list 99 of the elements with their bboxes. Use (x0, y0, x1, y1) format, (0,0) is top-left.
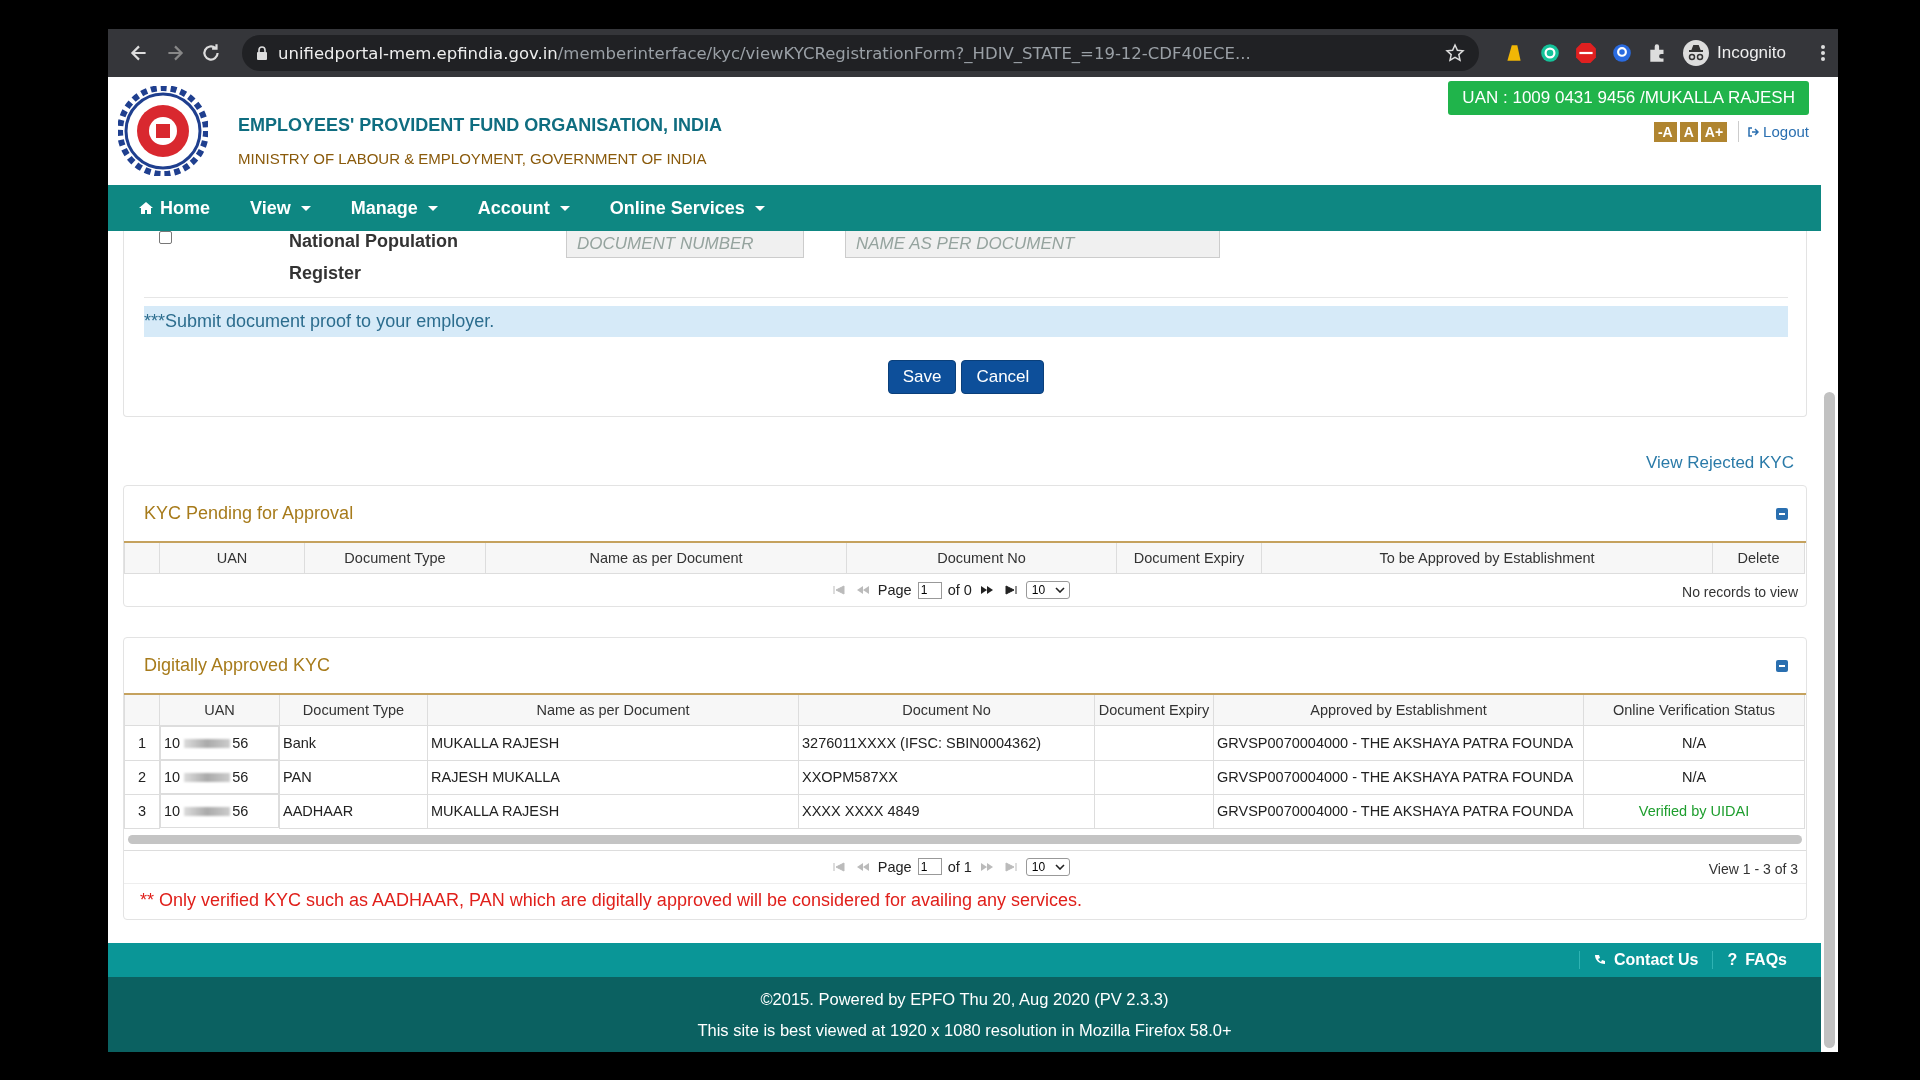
cancel-button[interactable]: Cancel (961, 360, 1045, 394)
records-status: No records to view (1682, 584, 1798, 600)
profile-label[interactable]: Incognito (1717, 43, 1786, 63)
page-label: Page (877, 858, 912, 875)
collapse-icon[interactable] (1776, 507, 1788, 520)
blurred-redaction (184, 772, 231, 782)
table-cell: 10 (164, 803, 181, 819)
column-header[interactable]: Document Expiry (1116, 543, 1262, 574)
url-text: unifiedportal-mem.epfindia.gov.in/memberinterface/kyc/viewKYCRegistrationForm?_HDIV_STATE_=19-12-CDF40ECE... (278, 43, 1252, 63)
records-status: View 1 - 3 of 3 (1708, 860, 1798, 877)
warning-text: ** Only verified KYC such as AADHAAR, PAN which are digitally approved will be considered for availing any services. (124, 882, 1806, 919)
collapse-icon[interactable] (1776, 659, 1788, 672)
status-cell: N/A (1583, 725, 1805, 760)
column-header[interactable]: Document No (846, 543, 1117, 574)
star-icon[interactable] (1445, 43, 1465, 63)
table-cell: 56 (232, 769, 249, 785)
row-number: 1 (124, 725, 160, 760)
document-name-field[interactable]: NAME AS PER DOCUMENT (845, 231, 1220, 258)
panel-title: KYC Pending for Approval (144, 503, 354, 524)
column-header[interactable]: To be Approved by Establishment (1261, 543, 1713, 574)
column-header[interactable]: Name as per Document (427, 695, 799, 726)
footer-link-label: FAQs (1745, 951, 1787, 969)
nav-menu-item[interactable]: Account (477, 197, 570, 219)
table-cell: XXXX XXXX 4849 (798, 794, 1095, 828)
logout-link[interactable]: Logout (1738, 121, 1809, 142)
home-icon (138, 201, 154, 215)
reload-icon[interactable] (200, 42, 222, 64)
help-glyph: ? (1727, 951, 1738, 969)
page-label: Page (877, 582, 912, 598)
table-cell: 3276011XXXX (IFSC: SBIN0004362) (798, 725, 1095, 760)
page-size-dropdown[interactable]: 10 (1025, 581, 1071, 599)
table-cell: XXOPM587XX (798, 760, 1095, 794)
next-page-icon[interactable] (979, 585, 994, 595)
scrollbar[interactable] (128, 834, 1802, 844)
column-header[interactable]: Online Verification Status (1583, 695, 1805, 726)
table-cell: RAJESH MUKALLA (427, 760, 799, 794)
table-cell: MUKALLA RAJESH (427, 725, 799, 760)
table-cell: 10 (164, 735, 181, 751)
table-cell: GRVSP0070004000 - THE AKSHAYA PATRA FOUNDA (1213, 725, 1584, 760)
nav-menu-item[interactable]: Manage (350, 197, 438, 219)
status-cell: N/A (1583, 760, 1805, 794)
row-number: 3 (124, 794, 160, 828)
save-button[interactable]: Save (887, 360, 957, 394)
address-bar[interactable]: unifiedportal-mem.epfindia.gov.in/memberinterface/kyc/viewKYCRegistrationForm?_HDIV_STATE_=19-12-CDF40ECE... (242, 35, 1479, 71)
page-number-field[interactable]: 1 (917, 581, 942, 599)
page-number-field[interactable]: 1 (917, 858, 942, 875)
column-header[interactable]: Delete (1712, 543, 1805, 574)
page-count: of 1 (947, 858, 972, 875)
last-page-icon[interactable] (1003, 585, 1018, 595)
nav-menu-item[interactable]: Online Services (609, 197, 765, 219)
copyright-text: ©2015. Powered by EPFO Thu 20, Aug 2020 (PV 2.3.3) (760, 989, 1169, 1009)
caret-icon (1055, 863, 1066, 870)
document-label: National Population (289, 230, 459, 253)
table-cell: Bank (279, 725, 428, 760)
kebab-menu-icon[interactable] (1820, 43, 1826, 63)
adblock-icon[interactable] (1575, 42, 1597, 64)
column-header[interactable]: Document No (798, 695, 1095, 726)
organisation-name: EMPLOYEES' PROVIDENT FUND ORGANISATION, INDIA (238, 115, 722, 136)
table-cell: 56 (232, 803, 249, 819)
notice-bar: ***Submit document proof to your employer. (144, 306, 1788, 337)
document-label: Register (289, 262, 363, 285)
incognito-icon[interactable] (1683, 40, 1709, 66)
column-header[interactable]: UAN (159, 543, 305, 574)
column-header[interactable]: Name as per Document (485, 543, 847, 574)
document-checkbox[interactable] (159, 231, 172, 244)
logout-icon (1747, 125, 1760, 138)
phone-icon (1593, 954, 1606, 966)
column-header[interactable]: Approved by Establishment (1213, 695, 1584, 726)
footer-link-label: Contact Us (1613, 951, 1699, 969)
panel-title: Digitally Approved KYC (144, 655, 331, 676)
scrollbar[interactable] (1824, 392, 1835, 1048)
status-cell: Verified by UIDAI (1583, 794, 1805, 828)
column-header[interactable]: Document Type (279, 695, 428, 726)
column-header[interactable]: Document Type (304, 543, 486, 574)
page-size-dropdown[interactable]: 10 (1025, 857, 1071, 876)
blurred-redaction (184, 806, 231, 816)
table-cell: GRVSP0070004000 - THE AKSHAYA PATRA FOUNDA (1213, 794, 1584, 828)
table-cell: MUKALLA RAJESH (427, 794, 799, 828)
extension-icon[interactable] (1539, 42, 1561, 64)
lock-icon (256, 46, 268, 60)
table-cell: PAN (279, 760, 428, 794)
row-number: 2 (124, 760, 160, 794)
table-cell: 56 (232, 735, 249, 751)
browser-note: This site is best viewed at 1920 x 1080 resolution in Mozilla Firefox 58.0+ (697, 1020, 1232, 1040)
view-rejected-link[interactable]: View Rejected KYC (1645, 453, 1794, 473)
extension-icon[interactable] (1611, 42, 1633, 64)
caret-icon (1055, 587, 1066, 593)
column-header[interactable]: UAN (159, 695, 280, 726)
ministry-name: MINISTRY OF LABOUR & EMPLOYMENT, GOVERNMENT OF INDIA (238, 150, 708, 167)
column-header[interactable]: Document Expiry (1094, 695, 1214, 726)
nav-menu-item[interactable]: Home (138, 197, 210, 219)
document-number-field[interactable]: DOCUMENT NUMBER (566, 231, 804, 258)
table-cell: 10 (164, 769, 181, 785)
table-cell: AADHAAR (279, 794, 428, 828)
page-count: of 0 (947, 582, 972, 598)
table-cell: GRVSP0070004000 - THE AKSHAYA PATRA FOUNDA (1213, 760, 1584, 794)
nav-menu-item[interactable]: View (250, 197, 311, 219)
uan-badge: UAN : 1009 0431 9456 /MUKALLA RAJESH (1448, 81, 1809, 115)
blurred-redaction (184, 738, 231, 748)
